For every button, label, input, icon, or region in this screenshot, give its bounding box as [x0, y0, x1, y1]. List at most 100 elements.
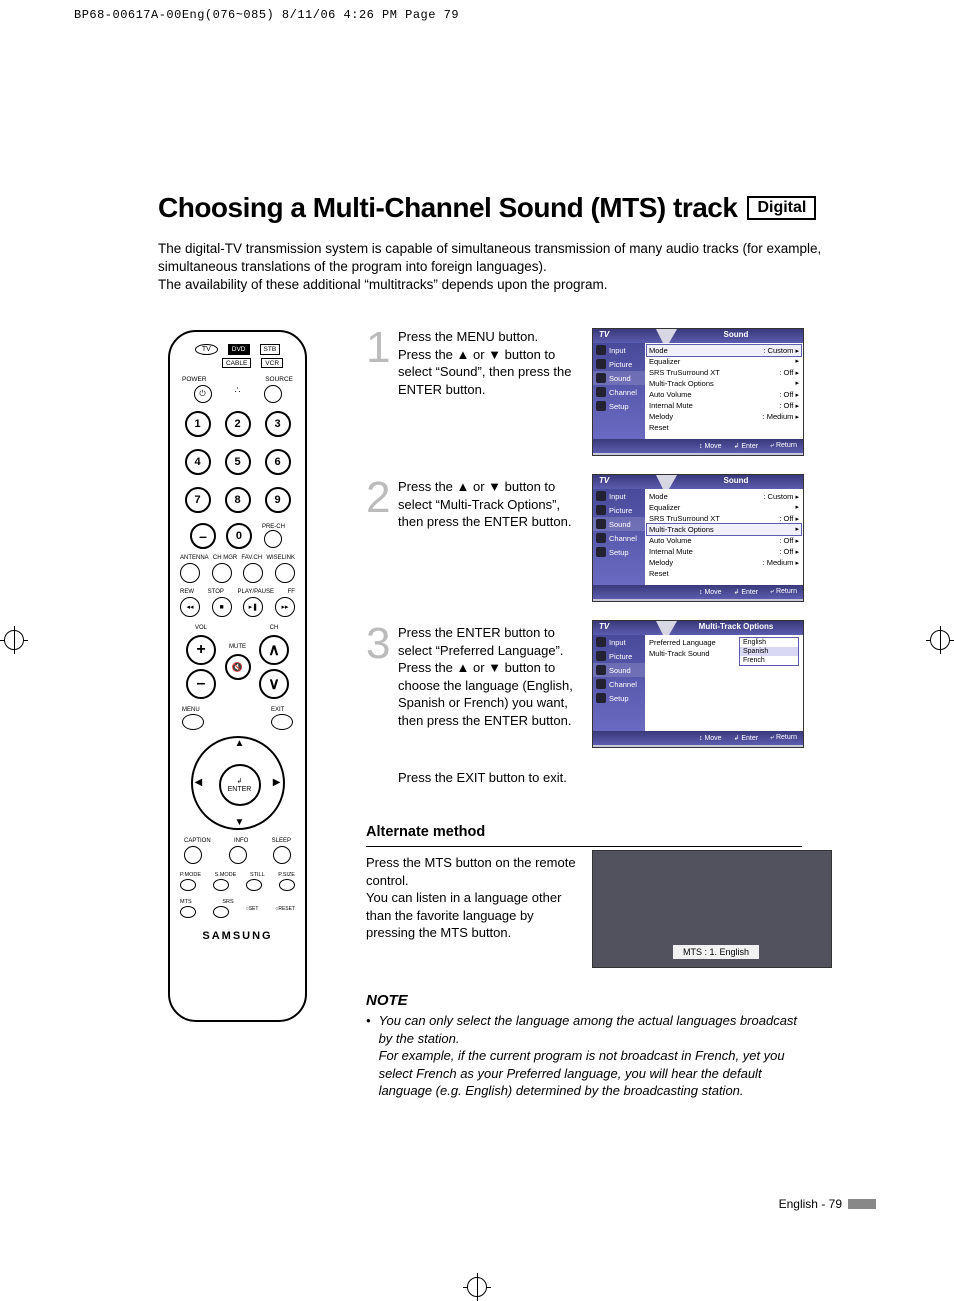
mode-cable: CABLE: [222, 358, 251, 368]
osd3-row-pref: Preferred Language: [649, 638, 716, 647]
print-header: BP68-00617A-00Eng(076~085) 8/11/06 4:26 …: [74, 8, 459, 22]
num-1: 1: [185, 411, 211, 437]
osd2-side-channel: Channel: [609, 534, 637, 543]
lang-french: French: [740, 656, 798, 665]
ch-up: ∧: [259, 635, 289, 665]
osd-side-channel: Channel: [609, 388, 637, 397]
registration-mark-left: [0, 626, 28, 654]
osd3-footer-enter: ↲ Enter: [734, 734, 759, 742]
osd-side-picture: Picture: [609, 360, 632, 369]
smode-button: [213, 879, 229, 891]
intro-text: The digital-TV transmission system is ca…: [158, 240, 838, 295]
osd2-footer-move: ↕ Move: [699, 589, 722, 596]
osd3-row-mts: Multi-Track Sound: [649, 649, 710, 658]
source-button: [264, 385, 282, 403]
num-9: 9: [265, 487, 291, 513]
alternate-method-text: Press the MTS button on the remote contr…: [366, 854, 576, 942]
osd2-row-im-val: : Off: [779, 547, 793, 556]
brand-logo: SAMSUNG: [178, 930, 297, 942]
osd-row-srs-val: : Off: [779, 368, 793, 377]
mts-badge: MTS : 1. English: [673, 945, 759, 959]
lbl-favch: FAV.CH: [241, 555, 262, 561]
lbl-play: PLAY/PAUSE: [238, 589, 274, 595]
lbl-ch: CH: [270, 625, 279, 631]
page-number: English - 79: [779, 1197, 842, 1211]
osd-footer-move: ↕ Move: [699, 443, 722, 450]
num-2: 2: [225, 411, 251, 437]
language-dropdown: English Spanish French: [739, 637, 799, 666]
lbl-set: SET: [249, 906, 259, 912]
osd-tv-label: TV: [593, 329, 663, 343]
osd-sound-1: TVSound Input Picture Sound Channel Setu…: [592, 328, 804, 456]
lbl-sleep: SLEEP: [272, 838, 291, 844]
num-0: 0: [226, 523, 252, 549]
info-button: [229, 846, 247, 864]
exit-button: [271, 714, 293, 730]
lang-english: English: [740, 638, 798, 647]
lbl-pmode: P.MODE: [180, 872, 201, 878]
lbl-source: SOURCE: [265, 376, 293, 383]
osd-row-mode: Mode: [649, 346, 668, 355]
osd-row-mto: Multi-Track Options: [649, 379, 714, 388]
osd2-row-reset: Reset: [649, 569, 669, 578]
lbl-mts: MTS: [180, 899, 192, 905]
alternate-method-rule: [366, 846, 802, 847]
dpad: ▲ ▼ ◀ ▶ ↲ENTER: [191, 736, 285, 830]
step-1-text: Press the MENU button. Press the ▲ or ▼ …: [398, 328, 583, 398]
osd3-side-picture: Picture: [609, 652, 632, 661]
num-6: 6: [265, 449, 291, 475]
osd-row-mel-val: : Medium: [763, 412, 794, 421]
alternate-method-title: Alternate method: [366, 824, 485, 840]
enter-icon: ↲: [237, 777, 243, 785]
osd-sound-2: TVSound Input Picture Sound Channel Setu…: [592, 474, 804, 602]
osd3-footer-return: ⤶ Return: [770, 734, 797, 742]
osd-row-eq: Equalizer: [649, 357, 680, 366]
power-button: ⏻: [194, 385, 212, 403]
osd2-row-eq: Equalizer: [649, 503, 680, 512]
osd2-row-av: Auto Volume: [649, 536, 692, 545]
lbl-reset: RESET: [278, 906, 295, 912]
osd2-tv-label: TV: [593, 475, 663, 489]
osd3-title: Multi-Track Options: [669, 621, 803, 635]
lbl-power: POWER: [182, 376, 207, 383]
osd2-side-input: Input: [609, 492, 626, 501]
chmgr-button: [212, 563, 232, 583]
sleep-button: [273, 846, 291, 864]
osd-row-reset: Reset: [649, 423, 669, 432]
srs-button: [213, 906, 229, 918]
step-2: 2 Press the ▲ or ▼ button to select “Mul…: [366, 478, 588, 531]
lbl-vol: VOL: [195, 625, 207, 631]
page-accent-bar: [848, 1199, 876, 1209]
mode-tv: TV: [195, 344, 218, 355]
osd-footer-return: ⤶ Return: [770, 442, 797, 450]
osd2-footer-enter: ↲ Enter: [734, 588, 759, 596]
osd-row-srs: SRS TruSurround XT: [649, 368, 720, 377]
num-4: 4: [185, 449, 211, 475]
lbl-smode: S.MODE: [215, 872, 237, 878]
caption-button: [184, 846, 202, 864]
page-title: Choosing a Multi-Channel Sound (MTS) tra…: [158, 192, 737, 224]
lbl-rew: REW: [180, 589, 194, 595]
osd-row-av-val: : Off: [779, 390, 793, 399]
osd-row-av: Auto Volume: [649, 390, 692, 399]
step-3: 3 Press the ENTER button to select “Pref…: [366, 624, 583, 729]
osd2-row-av-val: : Off: [779, 536, 793, 545]
osd-mto: TVMulti-Track Options Input Picture Soun…: [592, 620, 804, 748]
dash-button: –: [190, 523, 216, 549]
rew-button: ◂◂: [180, 597, 200, 617]
ch-down: ∨: [259, 669, 289, 699]
num-7: 7: [185, 487, 211, 513]
digital-badge: Digital: [747, 196, 816, 220]
lbl-stop: STOP: [208, 589, 224, 595]
osd2-side-picture: Picture: [609, 506, 632, 515]
osd-row-mel: Melody: [649, 412, 673, 421]
prech-button: [264, 530, 282, 548]
registration-mark-right: [926, 626, 954, 654]
osd2-row-im: Internal Mute: [649, 547, 693, 556]
mode-dvd: DVD: [228, 344, 250, 355]
osd2-row-mode-val: : Custom: [763, 492, 793, 501]
play-button: ▸❚: [243, 597, 263, 617]
mts-button: [180, 906, 196, 918]
osd-side-setup: Setup: [609, 402, 629, 411]
osd3-side-sound: Sound: [609, 666, 631, 675]
